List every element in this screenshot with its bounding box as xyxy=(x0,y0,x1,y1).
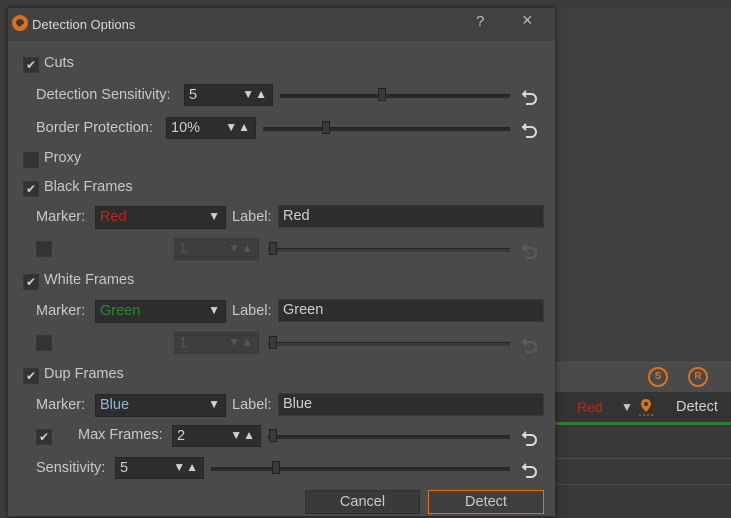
dup-label-input[interactable]: Blue xyxy=(278,393,544,416)
max-frames-checkbox[interactable]: ✔ xyxy=(36,429,52,445)
dup-frames-label: Dup Frames xyxy=(44,366,124,382)
chevron-down-icon[interactable]: ▼ xyxy=(208,209,221,223)
black-frames-label: Black Frames xyxy=(44,179,133,195)
dup-marker-label: Marker: xyxy=(36,397,86,413)
track-divider xyxy=(555,458,731,459)
spinbox-value: 1 xyxy=(179,241,188,257)
dup-marker-value: Blue xyxy=(100,397,130,413)
spinbox-value: 2 xyxy=(177,428,186,444)
slider-handle[interactable] xyxy=(322,121,330,134)
dup-sensitivity-label: Sensitivity: xyxy=(36,460,106,476)
slider-handle[interactable] xyxy=(378,88,386,101)
black-marker-dropdown[interactable]: Red ▼ xyxy=(95,206,226,229)
slider-track xyxy=(211,467,510,471)
cuts-label: Cuts xyxy=(44,55,74,71)
white-frames-checkbox[interactable]: ✔ xyxy=(23,274,39,290)
spinbox-value: 5 xyxy=(189,87,198,103)
chevron-down-icon[interactable]: ▼ xyxy=(208,397,221,411)
cuts-checkbox[interactable]: ✔ xyxy=(23,57,39,73)
swap-s-icon[interactable]: S xyxy=(648,367,668,387)
slider-track xyxy=(268,435,510,439)
slider-handle[interactable] xyxy=(269,336,277,349)
spinbox-value: 10% xyxy=(171,120,201,136)
slider-track xyxy=(268,248,510,252)
white-marker-dropdown[interactable]: Green ▼ xyxy=(95,300,226,323)
black-frames-checkbox[interactable]: ✔ xyxy=(23,181,39,197)
white-threshold-checkbox[interactable] xyxy=(36,335,52,351)
reset-icon[interactable] xyxy=(520,459,540,479)
spinbox-value: 5 xyxy=(120,460,129,476)
slider-track xyxy=(263,127,510,131)
slider-handle[interactable] xyxy=(269,242,277,255)
black-marker-value: Red xyxy=(100,209,127,225)
swap-r-icon[interactable]: R xyxy=(688,367,708,387)
detection-sensitivity-label: Detection Sensitivity: xyxy=(36,87,171,103)
white-label-label: Label: xyxy=(232,303,272,319)
white-threshold-spinbox[interactable]: 1 ▼▲ xyxy=(174,332,259,354)
input-value: Red xyxy=(283,208,310,224)
black-marker-label: Marker: xyxy=(36,209,86,225)
slider-handle[interactable] xyxy=(269,429,277,442)
black-threshold-spinbox[interactable]: 1 ▼▲ xyxy=(174,238,259,260)
dup-sensitivity-spinbox[interactable]: 5 ▼▲ xyxy=(115,457,204,479)
viewer-panel xyxy=(555,8,731,362)
marker-pin-icon[interactable] xyxy=(639,398,653,416)
spinbox-value: 1 xyxy=(179,335,188,351)
white-marker-value: Green xyxy=(100,303,141,319)
black-threshold-checkbox[interactable] xyxy=(36,241,52,257)
cancel-button[interactable]: Cancel xyxy=(305,490,420,514)
reset-icon[interactable] xyxy=(520,119,540,139)
detection-sensitivity-spinbox[interactable]: 5 ▼▲ xyxy=(184,84,273,106)
proxy-checkbox[interactable] xyxy=(23,152,39,168)
max-frames-spinbox[interactable]: 2 ▼▲ xyxy=(172,425,261,447)
reset-icon[interactable] xyxy=(520,86,540,106)
detect-button[interactable]: Detect xyxy=(428,490,544,514)
border-protection-spinbox[interactable]: 10% ▼▲ xyxy=(166,117,256,139)
spin-arrows-icon[interactable]: ▼▲ xyxy=(228,241,254,255)
track-area xyxy=(555,425,731,518)
app-logo-icon xyxy=(12,15,28,31)
chevron-down-icon[interactable]: ▼ xyxy=(208,303,221,317)
reset-icon[interactable] xyxy=(520,334,540,354)
track-divider xyxy=(555,484,731,485)
spin-arrows-icon[interactable]: ▼▲ xyxy=(242,87,268,101)
bg-detect-button[interactable]: Detect xyxy=(676,399,718,415)
bg-marker-dropdown-icon[interactable]: ▼ xyxy=(621,400,633,414)
proxy-label: Proxy xyxy=(44,150,82,166)
input-value: Blue xyxy=(283,396,313,412)
white-frames-label: White Frames xyxy=(44,272,135,288)
white-label-input[interactable]: Green xyxy=(278,299,544,322)
close-button[interactable]: × xyxy=(522,10,533,31)
slider-handle[interactable] xyxy=(272,461,280,474)
slider-track xyxy=(280,94,510,98)
white-marker-label: Marker: xyxy=(36,303,86,319)
detection-options-dialog: Detection Options ? × ✔ Cuts Detection S… xyxy=(8,8,555,516)
black-label-label: Label: xyxy=(232,209,272,225)
spin-arrows-icon[interactable]: ▼▲ xyxy=(230,428,256,442)
input-value: Green xyxy=(283,302,324,318)
max-frames-label: Max Frames: xyxy=(78,427,163,443)
dup-frames-checkbox[interactable]: ✔ xyxy=(23,368,39,384)
spin-arrows-icon[interactable]: ▼▲ xyxy=(225,120,251,134)
border-protection-label: Border Protection: xyxy=(36,120,153,136)
dialog-titlebar: Detection Options ? × xyxy=(8,8,555,41)
spin-arrows-icon[interactable]: ▼▲ xyxy=(228,335,254,349)
detect-row: Red ▼ Detect xyxy=(555,392,731,422)
reset-icon[interactable] xyxy=(520,427,540,447)
detect-toolbar: S R xyxy=(555,362,731,393)
help-button[interactable]: ? xyxy=(476,13,484,30)
dup-label-label: Label: xyxy=(232,397,272,413)
spin-arrows-icon[interactable]: ▼▲ xyxy=(173,460,199,474)
bg-marker-value[interactable]: Red xyxy=(577,399,603,415)
dialog-title: Detection Options xyxy=(32,17,136,32)
dup-marker-dropdown[interactable]: Blue ▼ xyxy=(95,394,226,417)
reset-icon[interactable] xyxy=(520,240,540,260)
slider-track xyxy=(268,342,510,346)
black-label-input[interactable]: Red xyxy=(278,205,544,228)
